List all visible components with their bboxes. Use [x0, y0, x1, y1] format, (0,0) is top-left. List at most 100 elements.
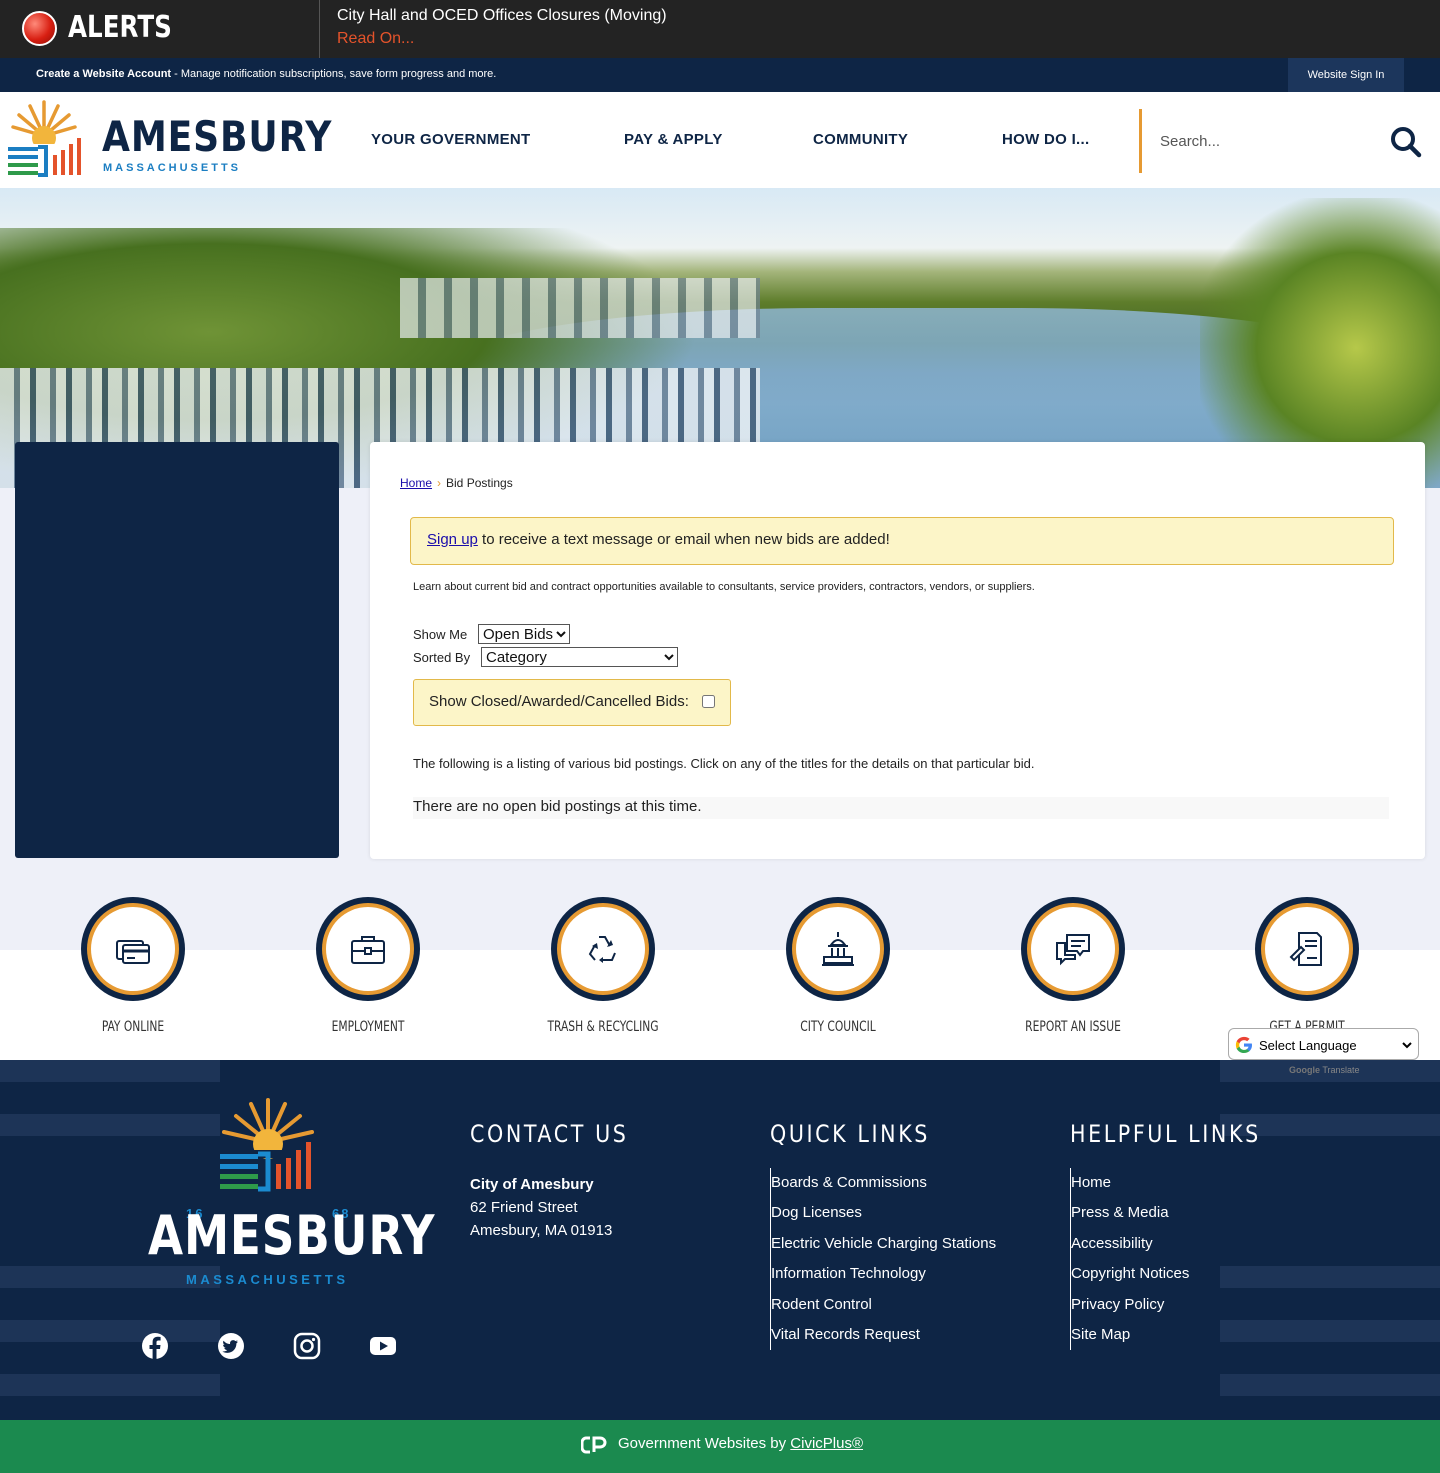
logo-brand: AMESBURY: [102, 112, 333, 161]
breadcrumb-home-link[interactable]: Home: [400, 476, 432, 490]
footer-link-accessibility[interactable]: Accessibility: [1071, 1229, 1189, 1259]
helpful-links-list: Home Press & Media Accessibility Copyrig…: [1070, 1168, 1189, 1351]
account-bar: Create a Website Account - Manage notifi…: [0, 58, 1440, 92]
alerts-label[interactable]: ALERTS: [0, 0, 320, 58]
instagram-icon[interactable]: [293, 1332, 321, 1360]
show-closed-box: Show Closed/Awarded/Cancelled Bids:: [413, 679, 731, 726]
amesbury-logo[interactable]: AMESBURY MASSACHUSETTS: [8, 100, 331, 180]
contact-info: City of Amesbury 62 Friend Street Amesbu…: [470, 1173, 612, 1242]
contact-city: Amesbury, MA 01913: [470, 1222, 613, 1239]
search-icon[interactable]: [1387, 124, 1423, 160]
contact-street: 62 Friend Street: [470, 1199, 578, 1216]
site-header: AMESBURY MASSACHUSETTS YOUR GOVERNMENT P…: [0, 92, 1440, 188]
civicplus-text: Government Websites by CivicPlus®: [618, 1435, 863, 1452]
civicplus-link[interactable]: CivicPlus®: [790, 1435, 863, 1452]
chat-bubbles-icon: [1056, 934, 1090, 966]
recycle-icon: [588, 936, 616, 963]
logo-subtitle: MASSACHUSETTS: [103, 162, 242, 174]
alerts-bar: ALERTS City Hall and OCED Offices Closur…: [0, 0, 1440, 58]
footer-link-privacy[interactable]: Privacy Policy: [1071, 1290, 1189, 1320]
no-postings-message: There are no open bid postings at this t…: [413, 797, 1389, 819]
alert-message[interactable]: City Hall and OCED Offices Closures (Mov…: [337, 7, 667, 25]
footer-brand: AMESBURY: [148, 1204, 436, 1267]
powered-by-suffix: Translate: [1320, 1065, 1360, 1075]
nav-community[interactable]: COMMUNITY: [813, 92, 908, 188]
quick-link-label: TRASH & RECYCLING: [547, 1019, 659, 1035]
footer-link-it[interactable]: Information Technology: [771, 1259, 996, 1289]
powered-by-google: Google Translate: [1289, 1065, 1360, 1075]
footer-stripe: [1220, 1320, 1440, 1342]
footer-logo[interactable]: 16 68 AMESBURY MASSACHUSETTS: [140, 1096, 434, 1287]
quick-link-report-issue[interactable]: REPORT AN ISSUE: [983, 897, 1163, 1047]
footer-link-dog-licenses[interactable]: Dog Licenses: [771, 1198, 996, 1228]
signup-notice: Sign up to receive a text message or ema…: [410, 517, 1394, 565]
civicplus-bar: Government Websites by CivicPlus®: [0, 1420, 1440, 1473]
learn-text: Learn about current bid and contract opp…: [413, 581, 1035, 593]
quick-link-city-council[interactable]: CITY COUNCIL: [748, 897, 928, 1047]
breadcrumb-current: Bid Postings: [446, 476, 513, 490]
footer-link-copyright[interactable]: Copyright Notices: [1071, 1259, 1189, 1289]
google-translate-widget[interactable]: Select Language: [1228, 1028, 1419, 1060]
signup-link[interactable]: Sign up: [427, 531, 478, 548]
capitol-building-icon: [822, 932, 854, 966]
breadcrumb-chevron-icon: ›: [437, 476, 442, 490]
footer-link-boards[interactable]: Boards & Commissions: [771, 1168, 996, 1198]
footer-stripe: [0, 1320, 220, 1342]
alert-light-icon: [22, 11, 57, 46]
nav-how-do-i[interactable]: HOW DO I...: [1002, 92, 1089, 188]
sorted-by-select[interactable]: Category: [481, 647, 678, 667]
alerts-title: ALERTS: [68, 10, 172, 45]
hero-houses: [400, 278, 760, 338]
footer-link-ev-charging[interactable]: Electric Vehicle Charging Stations: [771, 1229, 996, 1259]
main-content: Home › Bid Postings Sign up to receive a t…: [370, 442, 1425, 859]
footer-link-site-map[interactable]: Site Map: [1071, 1320, 1189, 1350]
sunrise-logo-icon: [8, 100, 82, 177]
nav-pay-apply[interactable]: PAY & APPLY: [624, 92, 723, 188]
create-account-link[interactable]: Create a Website Account: [36, 68, 171, 80]
sorted-by-label: Sorted By: [413, 650, 471, 665]
quick-link-pay-online[interactable]: PAY ONLINE: [43, 897, 223, 1047]
contact-us-title: CONTACT US: [470, 1120, 629, 1148]
powered-by-brand: Google: [1289, 1065, 1320, 1075]
quick-link-label: PAY ONLINE: [101, 1019, 165, 1035]
footer-stripe: [1220, 1374, 1440, 1396]
footer-link-home[interactable]: Home: [1071, 1168, 1189, 1198]
footer-link-press[interactable]: Press & Media: [1071, 1198, 1189, 1228]
show-me-select[interactable]: Open Bids: [478, 624, 570, 644]
facebook-icon[interactable]: [141, 1332, 169, 1360]
website-sign-in-button[interactable]: Website Sign In: [1288, 58, 1404, 92]
footer-subtitle: MASSACHUSETTS: [186, 1272, 349, 1287]
helpful-links-title: HELPFUL LINKS: [1070, 1120, 1261, 1148]
footer-link-rodent[interactable]: Rodent Control: [771, 1290, 996, 1320]
footer-stripe: [0, 1060, 220, 1082]
civicplus-logo-icon: [581, 1436, 607, 1454]
quick-link-employment[interactable]: EMPLOYMENT: [278, 897, 458, 1047]
search-divider: [1139, 109, 1142, 173]
site-footer: 16 68 AMESBURY MASSACHUSETTS: [0, 1060, 1440, 1420]
select-language-dropdown[interactable]: Select Language: [1255, 1034, 1415, 1056]
create-account-desc: - Manage notification subscriptions, sav…: [171, 68, 497, 80]
quick-link-label: CITY COUNCIL: [800, 1019, 876, 1035]
quick-link-label: REPORT AN ISSUE: [1025, 1019, 1121, 1035]
show-me-label: Show Me: [413, 627, 468, 642]
contact-name: City of Amesbury: [470, 1176, 594, 1193]
footer-stripe: [1220, 1266, 1440, 1288]
nav-your-government[interactable]: YOUR GOVERNMENT: [371, 92, 531, 188]
quick-links-title: QUICK LINKS: [770, 1120, 931, 1148]
document-signature-icon: [1289, 932, 1322, 966]
google-g-icon: [1235, 1036, 1252, 1053]
search-input[interactable]: [1160, 122, 1370, 160]
civicplus-label: Government Websites by: [618, 1435, 791, 1452]
quick-link-get-permit[interactable]: GET A PERMIT: [1217, 897, 1397, 1047]
briefcase-icon: [351, 936, 385, 964]
youtube-icon[interactable]: [369, 1332, 397, 1360]
twitter-icon[interactable]: [217, 1332, 245, 1360]
credit-card-icon: [116, 940, 150, 964]
alert-read-on-link[interactable]: Read On...: [337, 30, 414, 48]
footer-link-vital-records[interactable]: Vital Records Request: [771, 1320, 996, 1350]
quick-link-label: EMPLOYMENT: [331, 1019, 405, 1035]
quick-link-trash-recycling[interactable]: TRASH & RECYCLING: [513, 897, 693, 1047]
show-closed-checkbox[interactable]: [702, 695, 715, 708]
sidebar: [15, 442, 339, 858]
footer-stripe: [0, 1374, 220, 1396]
